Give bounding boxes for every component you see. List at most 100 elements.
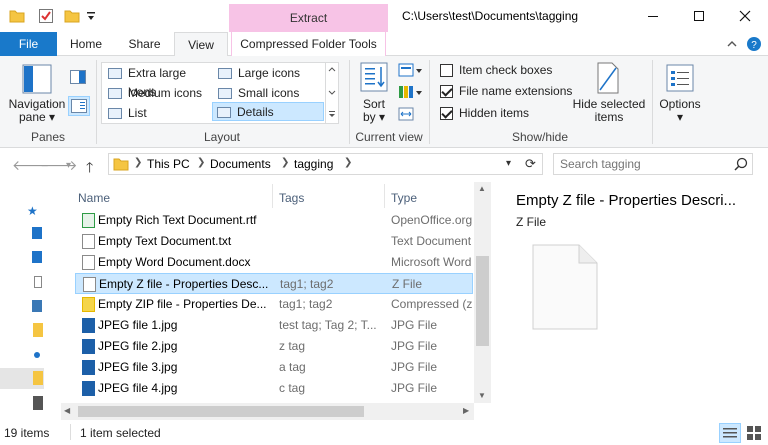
table-row[interactable]: JPEG file 3.jpg a tag JPG File [75,357,473,378]
layout-small-icons[interactable]: Small icons [214,84,322,103]
table-row[interactable]: Empty Z file - Properties Desc... tag1; t… [75,273,473,294]
table-row[interactable]: Empty Word Document.docx Microsoft Word [75,252,473,273]
up-arrow-icon[interactable]: 🡑 [86,157,93,181]
breadcrumb-this-pc[interactable]: This PC [147,157,190,171]
layout-large-icons[interactable]: Large icons [214,64,322,83]
preview-pane-icon[interactable] [70,70,86,87]
recent-locations-icon[interactable]: ▾ [66,160,71,171]
navigation-pane-icon[interactable] [22,64,52,97]
tab-view[interactable]: View [174,32,228,57]
breadcrumb-separator-icon[interactable]: ❯ [344,157,352,168]
close-button[interactable] [722,0,768,32]
search-input[interactable] [560,156,725,172]
file-tags-cell: c tag [279,381,306,395]
sort-by-icon[interactable] [360,62,388,95]
customize-toolbar-icon[interactable] [85,10,101,26]
tab-extract-context[interactable]: Extract [229,4,388,32]
breadcrumb-separator-icon[interactable]: ❯ [281,157,289,168]
properties-icon[interactable] [38,8,54,24]
size-all-columns-icon[interactable] [398,106,416,125]
table-row[interactable]: JPEG file 4.jpg c tag JPG File [75,378,473,399]
minimize-icon [648,16,658,17]
ribbon-tab-row: File Home Share View Compressed Folder T… [0,32,768,57]
tab-file[interactable]: File [0,32,57,56]
scroll-right-icon[interactable]: ▶ [463,406,469,415]
scroll-down-icon[interactable]: ▼ [478,391,486,400]
column-header-type[interactable]: Type [391,186,417,210]
hidden-items-checkbox[interactable] [440,107,453,120]
add-columns-icon[interactable] [398,84,424,103]
details-icon [217,107,231,118]
collapse-ribbon-icon[interactable] [726,38,738,53]
breadcrumb-documents[interactable]: Documents [210,157,271,171]
layout-extra-large-icons[interactable]: Extra large icons [104,64,212,99]
breadcrumb-tagging[interactable]: tagging [294,157,333,171]
table-row[interactable]: Empty Rich Text Document.rtf OpenOffice.o… [75,210,473,231]
options-button[interactable]: Options ▾ [654,98,706,124]
search-icon[interactable] [734,157,748,174]
minimize-button[interactable] [630,0,676,32]
horizontal-scroll-thumb[interactable] [78,406,364,417]
column-header-name[interactable]: Name [78,186,110,210]
column-divider[interactable] [272,184,273,208]
folder-icon [9,8,25,24]
desktop-icon[interactable] [32,227,42,239]
address-bar[interactable]: ❯ This PC ❯ Documents ❯ tagging ❯ ▾ ⟳ [108,153,543,175]
hide-selected-items-icon[interactable] [596,62,620,97]
details-pane-button[interactable] [68,96,90,116]
nav-selected-item[interactable] [0,368,44,389]
sort-label-2: by ▾ [362,110,386,124]
maximize-button[interactable] [676,0,722,32]
column-divider[interactable] [384,184,385,208]
table-row[interactable]: JPEG file 2.jpg z tag JPG File [75,336,473,357]
options-icon[interactable] [666,64,694,95]
navigation-pane-button[interactable]: Navigation pane ▾ [6,98,68,124]
layout-list[interactable]: List [104,104,212,123]
hide-selected-items-button[interactable]: Hide selected items [570,98,648,124]
hidden-items-label[interactable]: Hidden items [459,106,529,120]
rtf-file-icon [82,213,95,228]
this-pc-icon[interactable] [33,396,43,410]
table-row[interactable]: Empty Text Document.txt Text Document [75,231,473,252]
item-check-boxes-label[interactable]: Item check boxes [459,63,552,77]
tab-compressed-folder-tools[interactable]: Compressed Folder Tools [231,32,386,56]
quick-access-star-icon[interactable]: ★ [27,204,38,218]
layout-medium-icons[interactable]: Medium icons [104,84,212,103]
new-folder-icon[interactable] [64,8,80,24]
pictures-icon[interactable] [32,300,42,312]
downloads-icon[interactable] [32,251,42,263]
help-icon[interactable]: ? [746,36,762,55]
breadcrumb-separator-icon[interactable]: ❯ [197,157,205,168]
documents-icon[interactable] [34,276,42,288]
column-header-tags[interactable]: Tags [279,186,304,210]
file-explorer-window: Extract C:\Users\test\Documents\tagging … [0,0,768,445]
tab-share[interactable]: Share [115,32,174,56]
file-name-extensions-label[interactable]: File name extensions [459,84,572,98]
table-row[interactable]: JPEG file 1.jpg test tag; Tag 2; T... JPG … [75,315,473,336]
group-by-icon[interactable] [398,62,424,81]
folder-icon[interactable] [33,323,43,337]
item-check-boxes-checkbox[interactable] [440,64,453,77]
close-icon [739,10,751,22]
address-dropdown-icon[interactable]: ▾ [506,158,511,169]
refresh-icon[interactable]: ⟳ [525,156,536,172]
forward-arrow-icon[interactable]: 🡒 [40,157,78,174]
onedrive-icon[interactable] [34,352,40,358]
scroll-left-icon[interactable]: ◀ [64,406,70,415]
layout-details[interactable]: Details [212,102,324,121]
large-icons-view-icon[interactable] [746,425,762,444]
details-view-button[interactable] [719,423,741,443]
scroll-up-icon[interactable]: ▲ [478,184,486,193]
sort-by-button[interactable]: Sort by ▾ [355,98,393,124]
zip-folder-icon [82,297,95,312]
file-type-cell: OpenOffice.org [391,213,473,227]
table-row[interactable]: Empty ZIP file - Properties De... tag1; t… [75,294,473,315]
gallery-more-icon [328,67,336,117]
search-box[interactable] [553,153,753,175]
breadcrumb-separator-icon[interactable]: ❯ [134,157,142,168]
vertical-scroll-thumb[interactable] [476,256,489,346]
maximize-icon [694,11,704,21]
tab-home[interactable]: Home [57,32,115,56]
layout-gallery-scroll[interactable] [325,63,338,123]
file-name-extensions-checkbox[interactable] [440,85,453,98]
